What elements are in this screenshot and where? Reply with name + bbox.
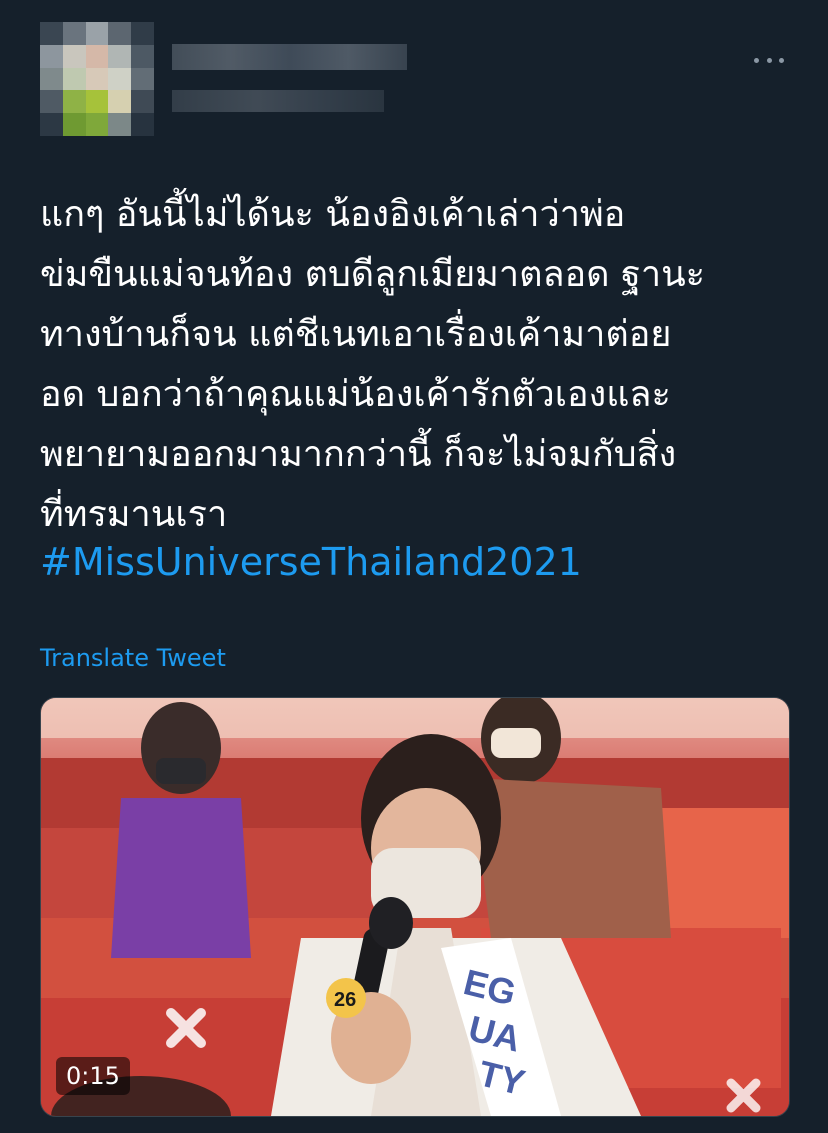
tweet-text: แกๆ อันนี้ไม่ได้นะ น้องอิงเค้าเล่าว่าพ่อ… xyxy=(40,185,800,545)
hashtag-link[interactable]: #MissUniverseThailand2021 xyxy=(40,532,582,592)
tweet-text-line: ทางบ้านก็จน แต่ชีเนทเอาเรื่องเค้ามาต่อย xyxy=(40,314,672,355)
tweet-text-line: ข่มขืนแม่จนท้อง ตบดีลูกเมียมาตลอด ฐานะ xyxy=(40,254,706,295)
more-horizontal-icon[interactable] xyxy=(754,50,784,70)
tweet-text-line: พยายามออกมามากกว่านี้ ก็จะไม่จมกับสิ่ง xyxy=(40,434,677,475)
tweet-text-line: แกๆ อันนี้ไม่ได้นะ น้องอิงเค้าเล่าว่าพ่อ xyxy=(40,194,626,235)
sash-number: 26 xyxy=(334,989,356,1011)
video-thumbnail: EG UA TY 26 xyxy=(41,698,789,1116)
video-duration-badge: 0:15 xyxy=(56,1057,130,1095)
dot xyxy=(766,57,772,63)
avatar[interactable] xyxy=(40,22,154,136)
username-blurred[interactable] xyxy=(172,90,384,112)
video-player[interactable]: EG UA TY 26 xyxy=(40,697,790,1117)
display-name-blurred[interactable] xyxy=(172,44,407,70)
dot xyxy=(779,57,784,63)
translate-tweet-link[interactable]: Translate Tweet xyxy=(40,643,226,673)
dot xyxy=(754,57,759,63)
tweet-text-line: อด บอกว่าถ้าคุณแม่น้องเค้ารักตัวเองและ xyxy=(40,374,671,415)
